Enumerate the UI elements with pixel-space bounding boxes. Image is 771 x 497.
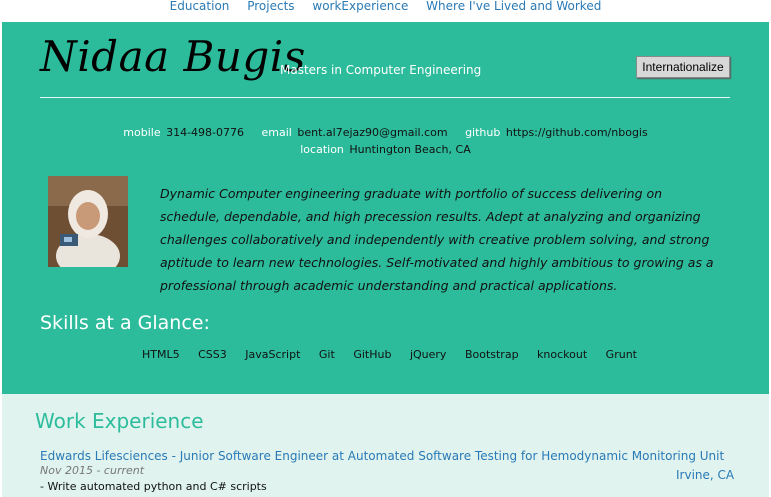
nav-where-lived-worked[interactable]: Where I've Lived and Worked	[426, 0, 601, 13]
mobile-value: 314-498-0776	[166, 126, 245, 139]
email-value[interactable]: bent.al7ejaz90@gmail.com	[297, 126, 447, 139]
job-dates: Nov 2015 - current	[40, 464, 145, 477]
nav-projects[interactable]: Projects	[247, 0, 294, 13]
skill-item: CSS3	[198, 348, 227, 361]
job-description: - Write automated python and C# scripts	[40, 480, 267, 493]
nav-work-experience[interactable]: workExperience	[312, 0, 408, 13]
skill-item: Git	[318, 348, 335, 361]
skill-item: HTML5	[142, 348, 180, 361]
skill-item: Grunt	[605, 348, 637, 361]
location-label: location	[300, 143, 344, 156]
skill-item: GitHub	[353, 348, 392, 361]
skill-item: jQuery	[409, 348, 447, 361]
skill-item: Bootstrap	[464, 348, 519, 361]
skills-title: Skills at a Glance:	[40, 312, 210, 334]
work-experience-title: Work Experience	[35, 409, 204, 433]
candidate-name: Nidaa Bugis	[40, 32, 306, 81]
profile-photo	[48, 176, 128, 267]
nav-education[interactable]: Education	[170, 0, 230, 13]
mobile-label: mobile	[123, 126, 161, 139]
skill-item: JavaScript	[245, 348, 301, 361]
skills-list: HTML5 CSS3 JavaScript Git GitHub jQuery …	[142, 348, 652, 361]
location-value: Huntington Beach, CA	[349, 143, 471, 156]
work-experience-section: Work Experience Edwards Lifesciences - J…	[2, 394, 769, 497]
job-location: Irvine, CA	[676, 468, 735, 482]
top-nav: Education Projects workExperience Where …	[0, 0, 771, 22]
contacts-row: mobile 314-498-0776 email bent.al7ejaz90…	[2, 126, 769, 139]
header-section: Nidaa Bugis Masters in Computer Engineer…	[2, 22, 769, 394]
location-row: location Huntington Beach, CA	[2, 143, 769, 156]
header-divider	[40, 97, 730, 98]
summary-text: Dynamic Computer engineering graduate wi…	[160, 186, 714, 293]
internationalize-button[interactable]: Internationalize	[636, 56, 730, 78]
email-label: email	[261, 126, 292, 139]
skill-item: knockout	[537, 348, 588, 361]
candidate-role: Masters in Computer Engineering	[280, 63, 482, 77]
github-label: github	[465, 126, 501, 139]
github-value[interactable]: https://github.com/nbogis	[506, 126, 648, 139]
job-title-link[interactable]: Edwards Lifesciences - Junior Software E…	[40, 449, 724, 463]
